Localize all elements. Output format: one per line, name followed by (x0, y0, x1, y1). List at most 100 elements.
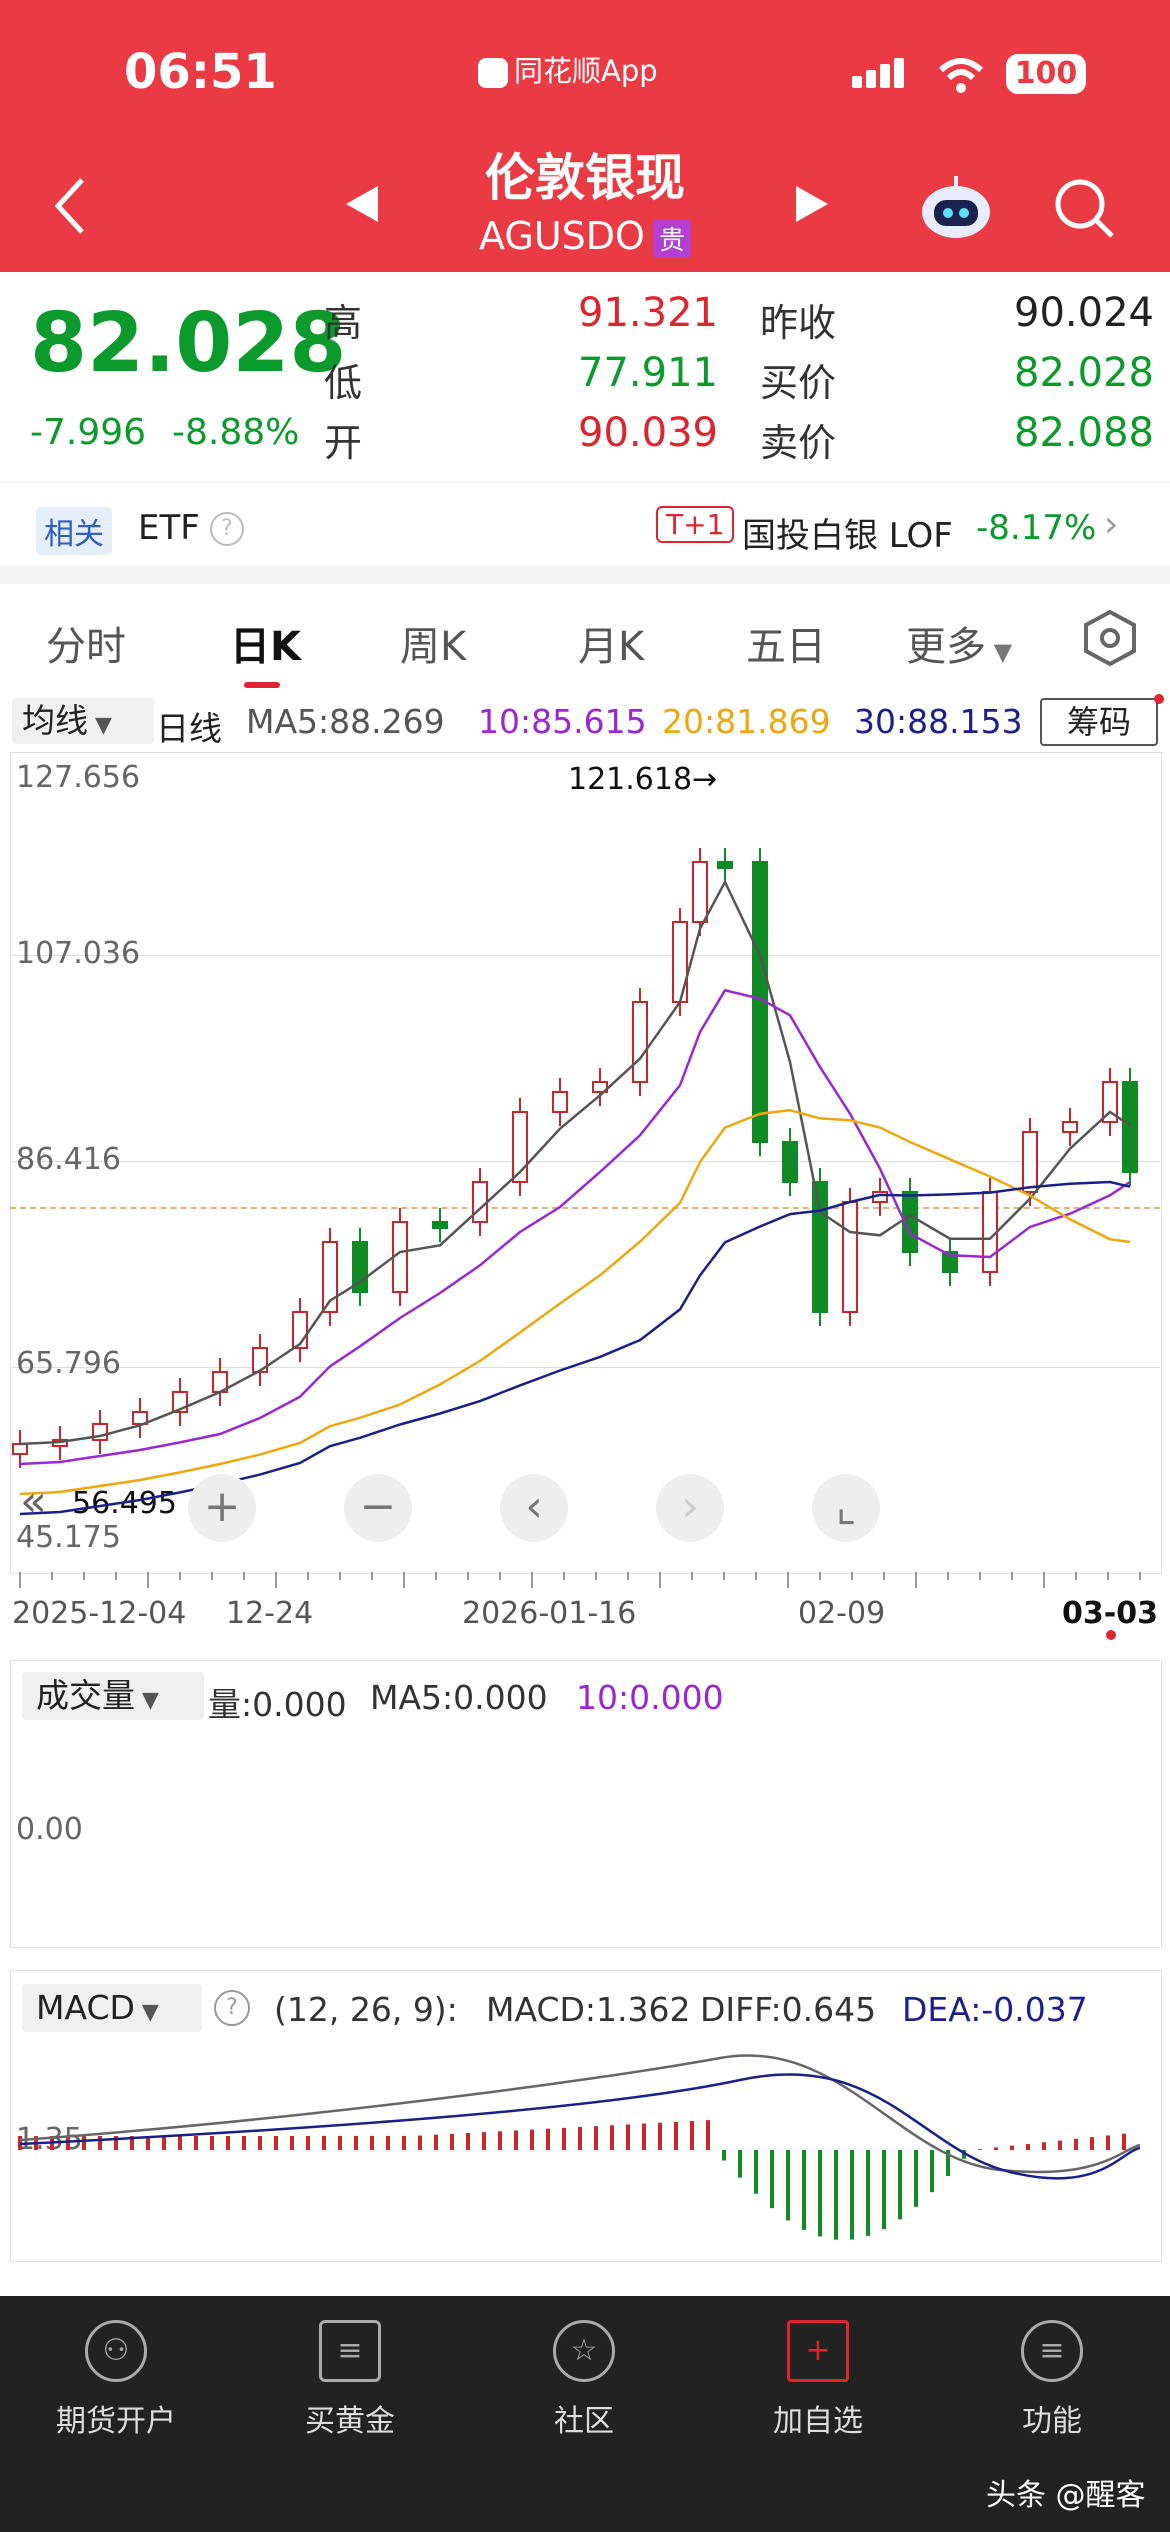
zoom-out-icon[interactable]: − (344, 1474, 412, 1542)
divider (0, 482, 1170, 483)
x-axis-ticks (19, 1572, 1141, 1588)
zoom-in-icon[interactable]: + (188, 1474, 256, 1542)
dropdown-icon: ▼ (135, 1688, 159, 1713)
candle-body (1022, 1131, 1038, 1193)
person-icon: ⚇ (85, 2320, 147, 2382)
diff-line (19, 2054, 1141, 2174)
period-label: 日线 (156, 709, 222, 748)
nav-label: 功能 (1022, 2404, 1082, 2439)
macd-selector[interactable]: MACD ▼ (22, 1984, 202, 2032)
chevron-right-icon[interactable]: › (1104, 504, 1118, 545)
macd-plot (18, 2054, 1141, 2240)
tab-monthly-k[interactable]: 月K (578, 614, 644, 672)
precious-metal-tag: 贵 (652, 219, 691, 258)
battery-indicator: 100 (1006, 54, 1086, 94)
candle-body (632, 1001, 648, 1083)
ask-label: 卖价 (760, 421, 837, 465)
candle-body (692, 861, 708, 923)
related-badge: 相关 (36, 507, 112, 555)
dropdown-icon: ▼ (986, 638, 1013, 666)
star-badge-icon: ☆ (553, 2320, 615, 2382)
nav-label: 买黄金 (305, 2404, 395, 2439)
app-badge: 同花顺App (478, 48, 658, 90)
candle-body (1062, 1121, 1078, 1133)
ma20-value: 20:81.869 (662, 702, 831, 741)
volume-selector[interactable]: 成交量 ▼ (22, 1672, 204, 1720)
scroll-left-double-icon[interactable]: « (20, 1476, 47, 1527)
tab-weekly-k[interactable]: 周K (400, 614, 466, 672)
status-time: 06:51 (124, 44, 277, 100)
related-fund-name[interactable]: 国投白银 LOF (742, 508, 953, 557)
nav-label: 期货开户 (56, 2404, 176, 2439)
pan-left-icon[interactable]: ‹ (500, 1474, 568, 1542)
nav-community[interactable]: ☆ 社区 (514, 2320, 654, 2440)
related-type[interactable]: ETF (138, 508, 200, 548)
instrument-symbol: AGUSDO 贵 (0, 214, 1170, 258)
fullscreen-icon[interactable]: ⌞ (812, 1474, 880, 1542)
macd-params: (12, 26, 9): (274, 1990, 458, 2029)
ma30-value: 30:88.153 (854, 702, 1023, 741)
low-label: 低 (324, 361, 363, 405)
candle-body (782, 1141, 798, 1183)
candle-body (12, 1443, 28, 1455)
next-instrument-icon[interactable] (794, 184, 830, 224)
wifi-icon (938, 58, 984, 93)
help-icon[interactable]: ? (210, 512, 244, 546)
x-label-3: 2026-01-16 (462, 1596, 637, 1631)
last-price: 82.028 (30, 296, 347, 391)
section-gap (0, 566, 1170, 584)
nav-futures-account[interactable]: ⚇ 期货开户 (46, 2320, 186, 2440)
diff-value: DIFF:0.645 (700, 1990, 877, 2029)
cell-signal-icon (852, 58, 908, 88)
t1-badge: T+1 (656, 506, 735, 543)
macd-help-icon[interactable]: ? (214, 1990, 250, 2026)
search-icon[interactable] (1052, 176, 1116, 240)
active-tab-indicator (244, 682, 280, 688)
nav-functions[interactable]: ≡ 功能 (982, 2320, 1122, 2440)
ma5-line (19, 879, 1131, 1446)
macd-value: MACD:1.362 (486, 1990, 691, 2029)
indicator-label: 均线 (22, 701, 88, 740)
ma30-line (19, 1180, 1131, 1516)
app-logo-icon (478, 58, 508, 88)
open-label: 开 (324, 421, 363, 465)
tab-timeshare[interactable]: 分时 (46, 614, 126, 672)
x-label-4: 02-09 (798, 1596, 886, 1631)
today-dot (1106, 1630, 1116, 1640)
indicator-selector[interactable]: 均线 ▼ (12, 698, 154, 744)
document-icon: ≡ (319, 2320, 381, 2382)
chips-button[interactable]: 筹码 (1040, 698, 1158, 746)
price-change: -7.996 (30, 412, 147, 453)
nav-buy-gold[interactable]: ≡ 买黄金 (280, 2320, 420, 2440)
related-fund-change: -8.17% (976, 508, 1097, 548)
dropdown-icon: ▼ (134, 2000, 159, 2025)
tab-daily-k[interactable]: 日K (230, 614, 301, 672)
bid-value: 82.028 (1014, 350, 1154, 396)
low-value: 77.911 (578, 350, 718, 396)
robot-assistant-icon[interactable] (918, 172, 994, 242)
candle-body (432, 1221, 448, 1229)
candle-body (552, 1091, 568, 1113)
tab-more-label: 更多 (906, 624, 986, 670)
notification-dot (1154, 694, 1164, 704)
settings-hex-icon[interactable] (1080, 608, 1140, 668)
ma10-value: 10:85.615 (478, 702, 647, 741)
x-label-2: 12-24 (226, 1596, 314, 1631)
volume-selector-label: 成交量 (36, 1676, 135, 1715)
high-label: 高 (324, 301, 363, 345)
x-label-1: 2025-12-04 (12, 1596, 187, 1631)
candle-body (717, 861, 733, 869)
menu-icon: ≡ (1021, 2320, 1083, 2382)
ma5-value: MA5:88.269 (246, 702, 445, 741)
tab-more[interactable]: 更多 ▼ (906, 614, 1012, 672)
bid-label: 买价 (760, 361, 837, 405)
tab-five-day[interactable]: 五日 (746, 614, 826, 672)
pan-right-icon[interactable]: › (656, 1474, 724, 1542)
candle-body (842, 1201, 858, 1313)
nav-add-watchlist[interactable]: + 加自选 (748, 2320, 888, 2440)
x-label-5: 03-03 (1062, 1596, 1158, 1631)
macd-selector-label: MACD (36, 1988, 135, 2027)
symbol-code: AGUSDO (479, 214, 645, 258)
dea-value: DEA:-0.037 (902, 1990, 1088, 2029)
instrument-title: 伦敦银现 (485, 149, 685, 207)
